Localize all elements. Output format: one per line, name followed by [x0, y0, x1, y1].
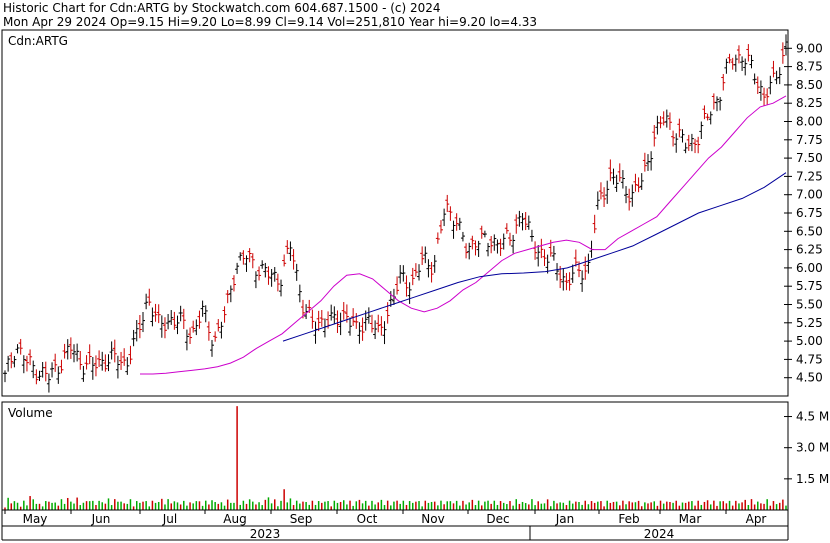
price-tick-label: 5.25 [796, 316, 823, 330]
month-label: May [23, 512, 48, 526]
volume-tick-label: 3.0 M [796, 441, 829, 455]
price-volume-chart: Cdn:ARTG 4.50 4.75 5.00 5.25 5.50 5.75 6.00 6.2… [1, 29, 829, 541]
month-label: Nov [421, 512, 444, 526]
volume-title: Volume [8, 406, 53, 420]
month-label: Jul [162, 512, 177, 526]
price-frame [1, 29, 789, 397]
year-label: 2024 [644, 527, 675, 541]
month-label: Mar [679, 512, 702, 526]
price-tick-label: 5.00 [796, 334, 823, 348]
time-axis: May Jun Jul Aug Sep Oct Nov Dec Jan Feb Mar Apr 202… [1, 509, 789, 541]
volume-y-axis: 1.5 M 3.0 M 4.5 M [784, 410, 829, 486]
price-tick-label: 8.00 [796, 115, 823, 129]
price-tick-label: 5.50 [796, 298, 823, 312]
price-tick-label: 8.50 [796, 78, 823, 92]
price-tick-label: 8.75 [796, 60, 823, 74]
price-tick-label: 7.75 [796, 133, 823, 147]
price-tick-label: 8.25 [796, 96, 823, 110]
price-tick-label: 7.50 [796, 151, 823, 165]
volume-frame [1, 401, 789, 511]
month-label: Oct [357, 512, 378, 526]
price-tick-label: 6.25 [796, 243, 823, 257]
price-y-axis: 4.50 4.75 5.00 5.25 5.50 5.75 6.00 6.25 6.50 6.75… [784, 41, 823, 385]
month-label: Aug [223, 512, 246, 526]
month-label: Sep [290, 512, 313, 526]
price-tick-label: 6.75 [796, 206, 823, 220]
price-tick-label: 5.75 [796, 279, 823, 293]
price-tick-label: 9.00 [796, 41, 823, 55]
volume-tick-label: 4.5 M [796, 410, 829, 424]
price-title: Cdn:ARTG [8, 34, 68, 48]
month-label: Dec [486, 512, 509, 526]
price-tick-label: 4.50 [796, 371, 823, 385]
month-label: Apr [746, 512, 767, 526]
price-panel: Cdn:ARTG 4.50 4.75 5.00 5.25 5.50 5.75 6.00 6.2… [1, 29, 823, 397]
month-label: Jan [555, 512, 575, 526]
price-tick-label: 4.75 [796, 352, 823, 366]
volume-tick-label: 1.5 M [796, 472, 829, 486]
price-tick-label: 7.00 [796, 188, 823, 202]
month-label: Feb [618, 512, 639, 526]
volume-panel: Volume 1.5 M 3.0 M 4.5 M [1, 401, 829, 511]
year-label: 2023 [250, 527, 281, 541]
month-label: Jun [91, 512, 111, 526]
price-tick-label: 7.25 [796, 169, 823, 183]
price-tick-label: 6.00 [796, 261, 823, 275]
price-tick-label: 6.50 [796, 224, 823, 238]
